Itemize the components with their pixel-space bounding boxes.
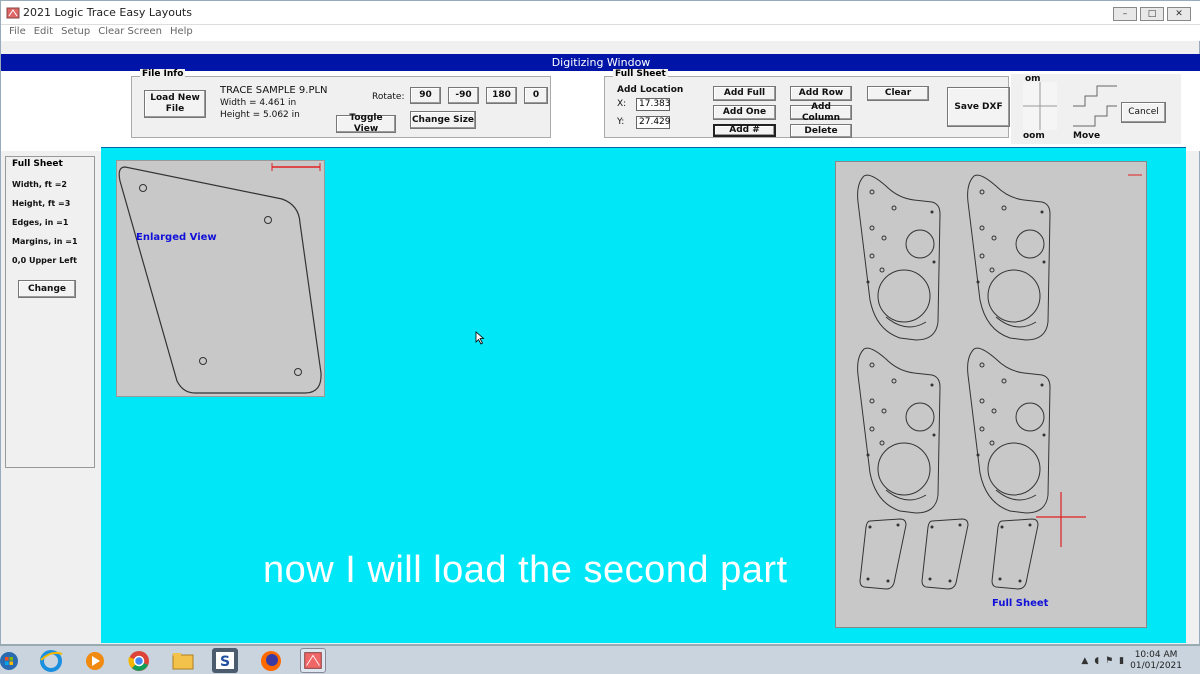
enlarged-part-drawing [118,163,322,394]
full-sheet-group: Full Sheet Add Location X: 17.383 Y: 27.… [604,69,1010,138]
file-info-legend: File Info [140,69,186,79]
full-sheet-sidebar: Full Sheet Width, ft =2 Height, ft =3 Ed… [5,156,95,468]
show-hidden-icon[interactable]: ▲ [1081,656,1088,666]
cancel-button[interactable]: Cancel [1121,102,1166,123]
maximize-button[interactable]: □ [1140,7,1164,21]
x-field[interactable]: 17.383 [636,98,671,111]
rotate-90-button[interactable]: 90 [410,87,441,104]
zoom-label-partial: oom [1023,131,1045,141]
toolbar: File Info Load New File TRACE SAMPLE 9.P… [1,69,1200,151]
rotate-180-button[interactable]: 180 [486,87,517,104]
clock[interactable]: 10:04 AM 01/01/2021 [1130,650,1182,672]
rotate-0-button[interactable]: 0 [524,87,548,104]
width-label: Width = 4.461 in [220,98,297,108]
screencast-app-icon[interactable]: S [212,648,238,673]
add-full-button[interactable]: Add Full [713,86,776,101]
menu-edit[interactable]: Edit [34,25,53,41]
clear-button[interactable]: Clear [867,86,929,101]
add-number-button[interactable]: Add # [713,124,776,137]
internet-explorer-icon[interactable] [38,648,64,673]
add-row-button[interactable]: Add Row [790,86,852,101]
add-column-button[interactable]: Add Column [790,102,852,123]
file-explorer-icon[interactable] [170,648,196,673]
system-tray: ▲ ◖ ⚑ ▮ 10:04 AM 01/01/2021 [1081,646,1200,674]
start-button-icon[interactable] [0,648,26,673]
window-controls: – □ ✕ [1113,7,1191,21]
close-button[interactable]: ✕ [1167,7,1191,21]
clock-time: 10:04 AM [1134,649,1178,660]
add-one-button[interactable]: Add One [713,105,776,120]
network-icon[interactable]: ▮ [1119,656,1124,666]
rotate-minus-90-button[interactable]: -90 [448,87,479,104]
sheet-width-line: Width, ft =2 [12,180,67,189]
title-bar: 2021 Logic Trace Easy Layouts – □ ✕ [1,1,1200,25]
action-center-icon[interactable]: ⚑ [1105,656,1113,666]
sidebar-legend: Full Sheet [10,159,65,169]
y-field[interactable]: 27.429 [636,116,671,129]
add-location-label: Add Location [617,85,684,95]
sheet-origin-line: 0,0 Upper Left [12,256,77,265]
y-label: Y: [617,117,625,127]
enlarged-view: Enlarged View [116,160,325,397]
mouse-cursor-icon [475,331,485,345]
menu-setup[interactable]: Setup [61,25,90,41]
app-icon [6,7,20,19]
load-new-file-button[interactable]: Load New File [144,90,206,118]
toggle-view-button[interactable]: Toggle View [336,113,396,134]
svg-text:S: S [220,654,230,670]
change-button[interactable]: Change [18,280,76,298]
firefox-icon[interactable] [258,648,284,673]
file-info-group: File Info Load New File TRACE SAMPLE 9.P… [131,69,551,138]
video-subtitle: now I will load the second part [263,549,788,591]
menu-bar: File Edit Setup Clear Screen Help [1,25,1200,41]
move-label: Move [1073,131,1101,141]
media-player-icon[interactable] [82,648,108,673]
filename-label: TRACE SAMPLE 9.PLN [220,85,328,96]
app-window: 2021 Logic Trace Easy Layouts – □ ✕ File… [0,0,1200,645]
save-dxf-button[interactable]: Save DXF [947,87,1010,127]
enlarged-view-label: Enlarged View [136,232,217,243]
zoom-move-panel: om oom Move Cancel [1011,74,1181,144]
full-sheet-view-label: Full Sheet [992,598,1049,609]
menu-clear-screen[interactable]: Clear Screen [98,25,162,41]
taskbar: S ▲ ◖ ⚑ ▮ 10:04 AM 01/01/2021 [0,645,1200,674]
logic-trace-app-icon[interactable] [300,648,326,673]
full-sheet-drawing [857,174,1142,590]
sheet-height-line: Height, ft =3 [12,199,71,208]
height-label: Height = 5.062 in [220,110,300,120]
full-sheet-view: Full Sheet [835,161,1147,628]
zoom-icon[interactable] [1023,82,1057,130]
sheet-edges-line: Edges, in =1 [12,218,69,227]
full-sheet-legend: Full Sheet [613,69,668,79]
minimize-button[interactable]: – [1113,7,1137,21]
menu-file[interactable]: File [9,25,26,41]
menu-help[interactable]: Help [170,25,193,41]
chrome-icon[interactable] [126,648,152,673]
delete-button[interactable]: Delete [790,124,852,138]
window-title: 2021 Logic Trace Easy Layouts [23,6,192,19]
move-icon[interactable] [1071,84,1119,128]
sheet-margins-line: Margins, in =1 [12,237,78,246]
volume-icon[interactable]: ◖ [1094,656,1099,666]
rotate-label: Rotate: [372,92,405,102]
x-label: X: [617,99,627,109]
clock-date: 01/01/2021 [1130,660,1182,671]
change-size-button[interactable]: Change Size [410,111,476,129]
